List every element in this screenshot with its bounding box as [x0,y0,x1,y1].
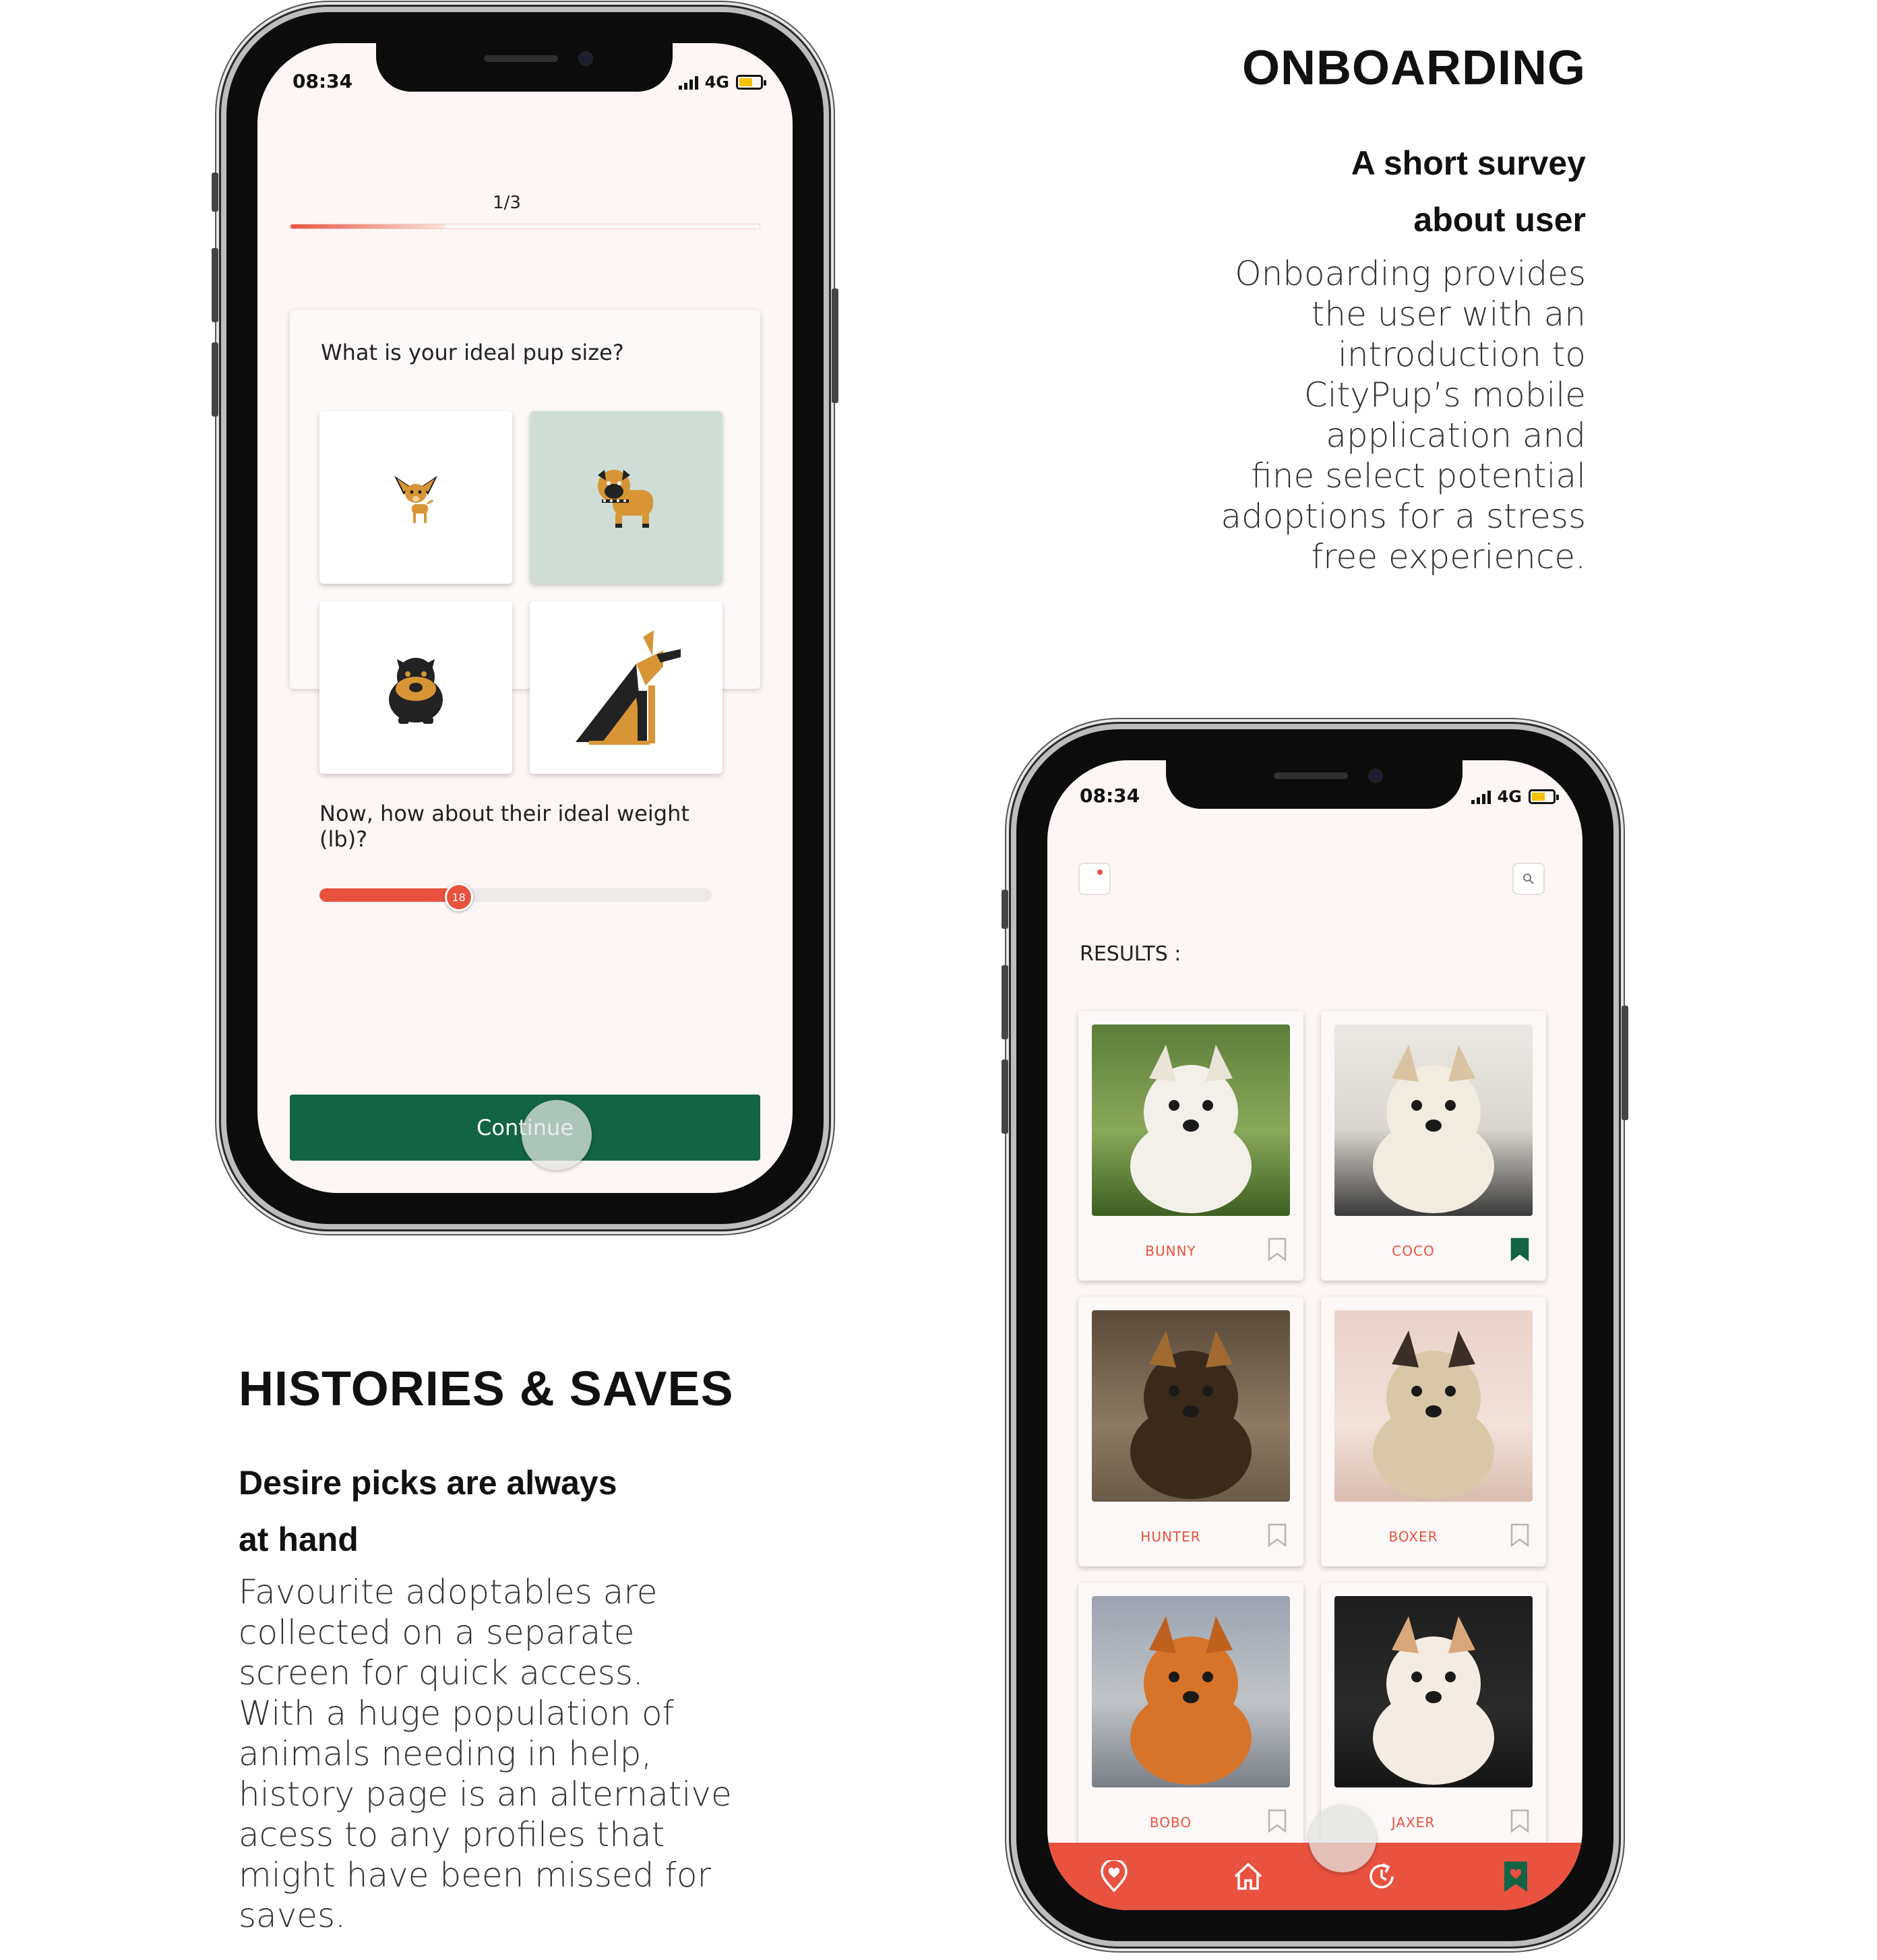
pet-card[interactable]: BUNNY [1078,1011,1303,1281]
histories-subheading-line-1: Desire picks are always [239,1464,617,1502]
pet-card[interactable]: BOXER [1321,1297,1546,1566]
progress-fill [290,224,445,228]
pet-name: BOXER [1388,1529,1438,1545]
pet-card[interactable]: BOBO [1078,1583,1303,1852]
onboarding-heading: ONBOARDING [1242,41,1586,95]
onboarding-body-line: introduction to [1337,335,1586,374]
pet-card[interactable]: COCO [1321,1011,1546,1281]
bookmark-icon[interactable] [1510,1237,1530,1262]
histories-body-line: With a huge population of [239,1694,675,1733]
pet-name: BUNNY [1145,1243,1196,1259]
survey-card: What is your ideal pup size? Now, how ab… [290,310,760,911]
heart-location-icon[interactable] [1098,1860,1130,1893]
filter-button[interactable] [1078,863,1111,895]
pet-card[interactable]: HUNTER [1078,1297,1303,1566]
pet-photo [1334,1596,1533,1787]
histories-heading: HISTORIES & SAVES [239,1362,734,1416]
results-label: RESULTS : [1080,942,1181,966]
onboarding-body-line: Onboarding provides [1235,254,1586,293]
onboarding-subheading-line-1: A short survey [1351,144,1586,182]
histories-subheading: Desire picks are always at hand [239,1454,617,1568]
pet-photo [1092,1024,1290,1216]
survey-phone: 08:34 4G 1/3 What is your ideal pup size… [212,7,838,1229]
pet-name: BOBO [1149,1814,1192,1831]
onboarding-body-line: CityPup’s mobile [1303,375,1586,415]
pet-photo [1334,1024,1533,1216]
history-icon[interactable] [1365,1860,1398,1893]
results-screen: 08:34 4G RESULTS : BUNNY COCO HUNTER BOXER B… [1047,760,1582,1910]
onboarding-subheading-line-2: about user [1413,201,1586,239]
size-option-extra-large[interactable] [530,601,722,774]
bulldog-icon [389,658,443,724]
size-option-large[interactable] [319,601,512,774]
touch-indicator [1309,1805,1376,1872]
network-label: 4G [704,73,729,92]
histories-body: Favourite adoptables are collected on a s… [239,1572,732,1936]
home-icon[interactable] [1232,1860,1264,1893]
signal-icon [1471,789,1491,804]
network-label: 4G [1497,787,1522,806]
status-time: 08:34 [1080,785,1140,807]
onboarding-body-line: application and [1326,416,1586,455]
weight-question: Now, how about their ideal weight (lb)? [319,801,689,852]
bookmark-icon[interactable] [1267,1237,1287,1262]
touch-indicator [522,1100,592,1170]
bookmark-icon[interactable] [1267,1523,1287,1548]
weight-slider-thumb[interactable]: 18 [444,883,473,911]
results-grid: BUNNY COCO HUNTER BOXER BOBO JAXER [1078,1011,1560,1887]
onboarding-body-line: free experience. [1311,537,1587,576]
search-icon [1523,874,1534,884]
histories-body-line: screen for quick access. [239,1653,644,1692]
progress-label: 1/3 [493,193,521,213]
onboarding-subheading: A short survey about user [1351,135,1586,248]
onboarding-body-line: the user with an [1311,295,1586,334]
size-option-medium[interactable] [530,411,722,584]
histories-body-line: animals needing in help, [239,1734,652,1773]
pet-name: COCO [1392,1243,1435,1259]
pet-photo [1092,1310,1290,1502]
onboarding-body-line: adoptions for a stress [1221,497,1586,536]
signal-icon [678,75,698,90]
status-indicators: 4G [678,73,766,92]
histories-subheading-line-2: at hand [239,1521,359,1558]
histories-body-line: might have been missed for [239,1856,712,1895]
status-indicators: 4G [1471,787,1559,806]
survey-screen: 08:34 4G 1/3 What is your ideal pup size… [257,43,793,1193]
progress-bar [290,224,760,229]
size-option-small[interactable] [319,411,512,584]
histories-body-line: saves. [239,1896,346,1935]
size-question: What is your ideal pup size? [321,340,624,365]
search-button[interactable] [1512,863,1545,895]
bookmark-icon[interactable] [1510,1809,1530,1833]
notification-dot-icon [1097,869,1103,875]
histories-body-line: collected on a separate [239,1613,635,1652]
histories-body-line: acess to any profiles that [239,1815,665,1854]
weight-slider-fill [319,888,457,902]
pug-icon [598,470,653,528]
pet-photo [1092,1596,1290,1787]
histories-body-line: Favourite adoptables are [239,1572,658,1612]
doberman-icon [576,630,681,745]
pet-name: HUNTER [1140,1529,1201,1545]
chihuahua-icon [394,476,437,523]
histories-body-line: history page is an alternative [239,1775,732,1814]
onboarding-body: Onboarding provides the user with an intro… [1221,253,1586,577]
status-time: 08:34 [293,70,353,92]
bookmark-icon[interactable] [1510,1523,1530,1548]
battery-icon [1529,789,1559,804]
pet-photo [1334,1310,1533,1502]
results-phone: 08:34 4G RESULTS : BUNNY COCO HUNTER BOXER B… [1002,724,1628,1947]
saved-bookmark-icon[interactable] [1500,1860,1532,1893]
bookmark-icon[interactable] [1267,1809,1287,1833]
onboarding-body-line: fine select potential [1251,456,1586,495]
battery-icon [736,75,766,90]
weight-slider[interactable]: 18 [319,883,712,911]
